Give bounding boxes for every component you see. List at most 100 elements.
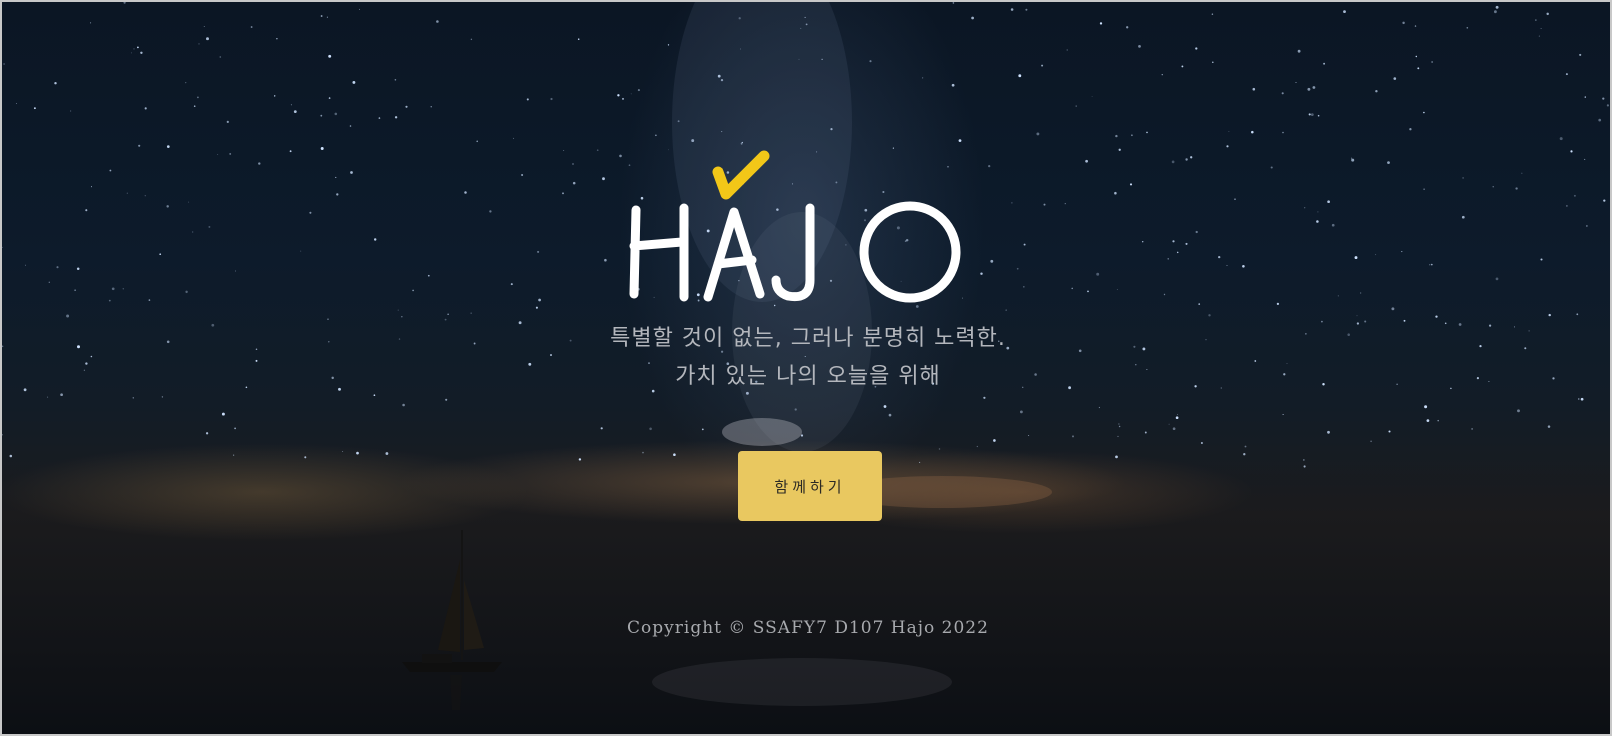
star [1312, 86, 1316, 89]
star [140, 51, 143, 54]
star [513, 137, 515, 139]
star [578, 458, 582, 461]
star [373, 394, 376, 397]
star [233, 454, 235, 456]
star [130, 52, 132, 54]
star [538, 298, 541, 302]
join-button[interactable]: 함께하기 [738, 451, 882, 521]
star [276, 38, 278, 40]
star [1580, 397, 1584, 401]
star [1303, 465, 1306, 468]
star [1118, 148, 1121, 151]
star [445, 398, 448, 401]
star [1085, 159, 1088, 163]
star [1175, 416, 1179, 420]
star [1129, 183, 1133, 186]
star [1423, 111, 1425, 114]
star [1161, 74, 1163, 76]
star [394, 79, 397, 81]
star [1141, 240, 1144, 243]
star [1414, 25, 1417, 27]
star [250, 26, 253, 28]
star [1540, 28, 1542, 29]
star [447, 313, 449, 315]
star [1538, 35, 1540, 37]
star [526, 98, 529, 101]
star [1226, 265, 1228, 266]
star [122, 288, 125, 290]
star [1586, 225, 1588, 227]
star [1402, 21, 1405, 25]
star [54, 81, 57, 85]
star [1393, 77, 1397, 80]
star [919, 461, 921, 463]
landing-page: 특별할 것이 없는, 그러나 분명히 노력한. 가치 있는 나의 오늘을 위해 … [0, 0, 1612, 736]
star [85, 209, 88, 212]
star [1126, 26, 1129, 29]
star [1492, 186, 1494, 188]
star [621, 97, 625, 100]
star [1584, 96, 1586, 98]
star [655, 134, 657, 137]
star [193, 105, 196, 107]
star [1185, 242, 1188, 245]
star [219, 56, 222, 58]
star [293, 110, 297, 113]
star [352, 80, 356, 84]
star [1172, 240, 1175, 243]
star [1212, 61, 1214, 63]
star [123, 2, 126, 4]
star [356, 451, 359, 455]
star [69, 110, 72, 112]
star [300, 250, 302, 252]
star [1234, 198, 1236, 200]
star [137, 46, 139, 49]
star [1576, 313, 1579, 316]
star [290, 104, 292, 106]
star [1426, 419, 1430, 422]
star [1579, 53, 1582, 56]
star [1388, 430, 1391, 433]
star [9, 454, 13, 458]
star [185, 290, 188, 294]
star [464, 191, 467, 194]
star [159, 253, 162, 256]
star [349, 125, 352, 127]
star [144, 195, 146, 197]
star [1307, 87, 1311, 91]
star [166, 145, 170, 148]
star [1351, 158, 1355, 162]
star [1570, 150, 1573, 153]
star [1573, 194, 1576, 197]
star [1494, 10, 1497, 14]
star [309, 211, 312, 214]
star [235, 270, 236, 272]
star [562, 192, 564, 195]
star [1535, 19, 1537, 21]
star [197, 96, 199, 99]
star [1177, 414, 1179, 416]
star [1282, 413, 1284, 416]
star [604, 258, 607, 262]
star [1087, 290, 1089, 293]
star [1308, 113, 1311, 116]
star [1243, 453, 1246, 456]
star [161, 396, 164, 398]
star [1172, 427, 1176, 431]
hajo-logo [629, 150, 961, 303]
star [412, 289, 414, 292]
star [138, 144, 141, 147]
star [1466, 27, 1469, 29]
star [976, 445, 978, 448]
star [1387, 161, 1390, 164]
star [1437, 419, 1439, 422]
star [1251, 130, 1254, 134]
star [1144, 431, 1147, 434]
star [1584, 158, 1586, 160]
star [1354, 256, 1358, 260]
star [203, 26, 205, 27]
star [373, 238, 377, 241]
star [1461, 215, 1465, 219]
star [938, 448, 941, 450]
star [1064, 203, 1066, 205]
